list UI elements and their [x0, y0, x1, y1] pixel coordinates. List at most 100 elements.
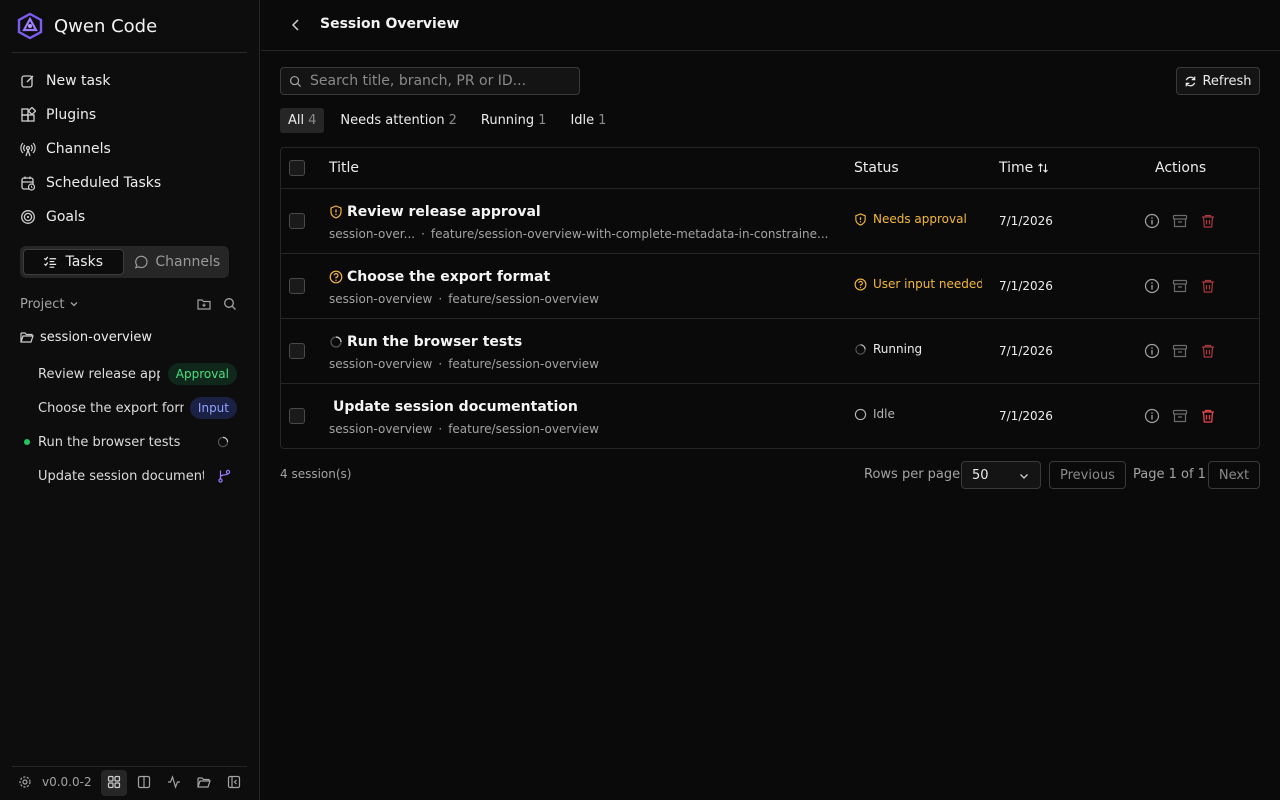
list-item[interactable]: Review release approval Approval: [20, 357, 237, 391]
tab-tasks[interactable]: Tasks: [23, 249, 124, 275]
select-all-checkbox[interactable]: [289, 160, 305, 176]
row-time: 7/1/2026: [999, 344, 1053, 358]
brand[interactable]: Qwen Code: [16, 12, 157, 40]
previous-button[interactable]: Previous: [1049, 461, 1126, 489]
nav-goals[interactable]: Goals: [12, 200, 247, 234]
nav-label: Scheduled Tasks: [46, 175, 162, 191]
list-item[interactable]: Choose the export format Input: [20, 391, 237, 425]
filter-idle[interactable]: Idle 1: [562, 108, 614, 133]
sidebar: Qwen Code New task Plugins Channels Sche…: [0, 0, 260, 800]
row-project: session-overview: [329, 357, 433, 371]
refresh-icon: [1184, 75, 1197, 88]
nav-new-task[interactable]: New task: [12, 64, 247, 98]
trash-icon[interactable]: [1200, 343, 1216, 359]
table-row[interactable]: Run the browser tests session-overview · f…: [281, 319, 1259, 384]
filter-running[interactable]: Running 1: [473, 108, 555, 133]
trash-icon[interactable]: [1200, 408, 1216, 424]
project-folder[interactable]: session-overview: [20, 327, 152, 347]
qwen-logo-icon: [16, 12, 44, 40]
search-input[interactable]: [310, 73, 570, 89]
info-icon[interactable]: [1144, 213, 1160, 229]
trash-icon[interactable]: [1200, 213, 1216, 229]
project-dropdown[interactable]: Project: [20, 297, 80, 312]
row-checkbox[interactable]: [289, 213, 305, 229]
search-icon[interactable]: [223, 297, 237, 311]
status-text: Idle: [873, 407, 895, 421]
nav-label: New task: [46, 73, 111, 89]
list-check-icon: [43, 255, 58, 270]
sessions-table: Title Status Time Actions Review release…: [280, 147, 1260, 449]
column-time-sort[interactable]: Time: [999, 160, 1049, 176]
table-row[interactable]: Update session documentation session-ove…: [281, 384, 1259, 449]
main-nav: New task Plugins Channels Scheduled Task…: [12, 64, 247, 234]
filter-tabs: All 4 Needs attention 2 Running 1 Idle 1: [280, 108, 614, 133]
grid-icon[interactable]: [107, 775, 121, 789]
column-actions: Actions: [1155, 160, 1207, 176]
row-checkbox[interactable]: [289, 343, 305, 359]
collapse-sidebar-icon[interactable]: [227, 775, 241, 789]
row-time: 7/1/2026: [999, 409, 1053, 423]
activity-icon[interactable]: [167, 775, 181, 789]
row-status: Running: [854, 342, 982, 356]
list-item[interactable]: Run the browser tests: [20, 425, 237, 459]
spinner-icon: [329, 335, 343, 349]
row-branch: feature/session-overview: [448, 292, 599, 306]
refresh-label: Refresh: [1202, 73, 1252, 89]
sidebar-view-toggle: Tasks Channels: [20, 246, 229, 278]
app-version: v0.0.0-2: [42, 775, 92, 789]
filter-needs-attention[interactable]: Needs attention 2: [332, 108, 464, 133]
split-view-icon[interactable]: [137, 775, 151, 789]
filter-label: Running: [480, 113, 535, 128]
refresh-button[interactable]: Refresh: [1176, 67, 1260, 95]
nav-plugins[interactable]: Plugins: [12, 98, 247, 132]
folder-open-icon: [20, 330, 34, 344]
row-meta: session-overview · feature/session-overvie…: [329, 357, 599, 371]
info-icon[interactable]: [1144, 408, 1160, 424]
archive-icon[interactable]: [1172, 278, 1188, 294]
archive-icon[interactable]: [1172, 343, 1188, 359]
tab-channels[interactable]: Channels: [128, 249, 227, 275]
next-button[interactable]: Next: [1208, 461, 1260, 489]
info-icon[interactable]: [1144, 278, 1160, 294]
task-title: Choose the export format: [38, 400, 184, 416]
filter-count: 1: [598, 113, 607, 128]
back-button[interactable]: [287, 16, 305, 34]
row-checkbox[interactable]: [289, 408, 305, 424]
row-project: session-over...: [329, 227, 416, 241]
archive-icon[interactable]: [1172, 408, 1188, 424]
help-circle-icon: [854, 278, 867, 291]
target-icon: [20, 209, 36, 225]
nav-channels[interactable]: Channels: [12, 132, 247, 166]
spinner-icon: [217, 436, 229, 448]
trash-icon[interactable]: [1200, 278, 1216, 294]
task-title: Update session documentation: [38, 468, 204, 484]
status-text: User input needed: [873, 277, 982, 291]
row-meta: session-over... · feature/session-overview…: [329, 227, 829, 241]
row-title-text: Update session documentation: [333, 399, 578, 415]
status-badge: Approval: [167, 363, 237, 385]
nav-scheduled-tasks[interactable]: Scheduled Tasks: [12, 166, 247, 200]
gear-icon[interactable]: [18, 775, 32, 789]
task-title: Review release approval: [38, 366, 160, 382]
table-row[interactable]: Review release approval session-over... ·…: [281, 189, 1259, 254]
row-checkbox[interactable]: [289, 278, 305, 294]
filter-count: 2: [448, 113, 457, 128]
row-time: 7/1/2026: [999, 214, 1053, 228]
project-label: Project: [20, 296, 65, 312]
new-folder-icon[interactable]: [197, 297, 211, 311]
tab-label: Tasks: [65, 254, 103, 270]
row-meta: session-overview · feature/session-overvie…: [329, 292, 599, 306]
archive-icon[interactable]: [1172, 213, 1188, 229]
shield-alert-icon: [854, 212, 867, 226]
search-box: [280, 67, 580, 95]
table-row[interactable]: Choose the export format session-overvie…: [281, 254, 1259, 319]
info-icon[interactable]: [1144, 343, 1160, 359]
list-item[interactable]: Update session documentation: [20, 459, 237, 493]
filter-all[interactable]: All 4: [280, 108, 325, 133]
nav-label: Channels: [46, 141, 111, 157]
tab-label: Channels: [155, 254, 221, 270]
rows-per-page-select[interactable]: 50: [961, 461, 1041, 489]
page-title: Session Overview: [320, 16, 460, 32]
row-actions: [1144, 213, 1216, 229]
folder-icon[interactable]: [197, 775, 211, 789]
